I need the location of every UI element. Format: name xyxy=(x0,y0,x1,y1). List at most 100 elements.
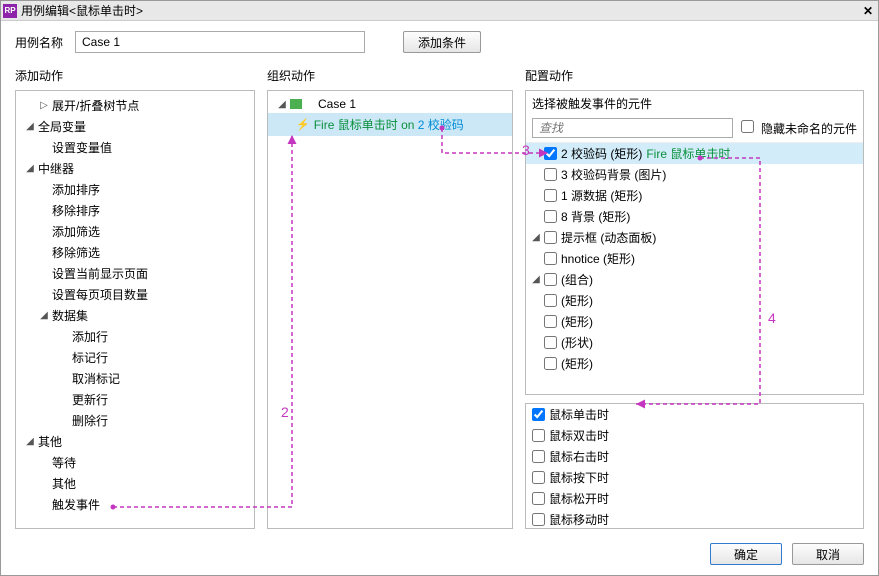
widget-row[interactable]: 8 背景 (矩形) xyxy=(526,206,863,227)
event-checkbox[interactable] xyxy=(532,471,545,484)
organize-tree: ◢ Case 1 ⚡ Fire 鼠标单击时 on 2 校验码 xyxy=(268,91,512,140)
close-button[interactable]: ✕ xyxy=(860,3,876,19)
event-checkbox[interactable] xyxy=(532,408,545,421)
widget-checkbox[interactable] xyxy=(544,168,557,181)
tree-item-label: 更新行 xyxy=(72,391,108,408)
tree-item-label: 中继器 xyxy=(38,160,74,177)
cancel-button[interactable]: 取消 xyxy=(792,543,864,565)
widget-row[interactable]: (矩形) xyxy=(526,353,863,374)
add-condition-button[interactable]: 添加条件 xyxy=(403,31,481,53)
widget-label: (形状) xyxy=(561,334,593,351)
add-action-item[interactable]: ▷展开/折叠树节点 xyxy=(16,95,254,116)
event-row[interactable]: 鼠标单击时 xyxy=(526,404,863,425)
add-action-item[interactable]: ◢中继器 xyxy=(16,158,254,179)
widget-checkbox[interactable] xyxy=(544,189,557,202)
ok-button[interactable]: 确定 xyxy=(710,543,782,565)
organize-action-panel: ◢ Case 1 ⚡ Fire 鼠标单击时 on 2 校验码 xyxy=(267,90,513,529)
tree-twisty-icon[interactable]: ◢ xyxy=(24,163,36,174)
widget-checkbox[interactable] xyxy=(544,336,557,349)
tree-twisty-icon[interactable]: ▷ xyxy=(38,100,50,111)
widget-label: 8 背景 (矩形) xyxy=(561,208,630,225)
case-icon xyxy=(290,99,302,109)
add-action-item[interactable]: 触发事件 xyxy=(16,494,254,515)
add-action-item[interactable]: 添加排序 xyxy=(16,179,254,200)
event-row[interactable]: 鼠标松开时 xyxy=(526,488,863,509)
tree-twisty-icon[interactable]: ◢ xyxy=(24,121,36,132)
add-action-item[interactable]: 等待 xyxy=(16,452,254,473)
widget-label: 3 校验码背景 (图片) xyxy=(561,166,666,183)
widget-checkbox[interactable] xyxy=(544,294,557,307)
event-label: 鼠标右击时 xyxy=(549,448,609,465)
fire-event-action[interactable]: ⚡ Fire 鼠标单击时 on 2 校验码 xyxy=(268,113,512,136)
add-action-item[interactable]: 设置当前显示页面 xyxy=(16,263,254,284)
widget-row[interactable]: ◢提示框 (动态面板) xyxy=(526,227,863,248)
widget-checkbox[interactable] xyxy=(544,210,557,223)
add-action-item[interactable]: ◢数据集 xyxy=(16,305,254,326)
configure-action-title: 配置动作 xyxy=(525,63,864,90)
fire-on: on xyxy=(401,118,414,132)
widget-checkbox[interactable] xyxy=(544,273,557,286)
add-action-item[interactable]: 更新行 xyxy=(16,389,254,410)
tree-item-label: 全局变量 xyxy=(38,118,86,135)
widget-label: 2 校验码 (矩形) xyxy=(561,145,642,162)
widget-row[interactable]: 2 校验码 (矩形)Fire 鼠标单击时 xyxy=(526,143,863,164)
event-row[interactable]: 鼠标右击时 xyxy=(526,446,863,467)
add-action-item[interactable]: 添加行 xyxy=(16,326,254,347)
fire-event-name: 鼠标单击时 xyxy=(338,116,398,133)
widget-search-input[interactable] xyxy=(532,118,733,138)
case-node[interactable]: ◢ Case 1 xyxy=(268,95,512,113)
widget-row[interactable]: (矩形) xyxy=(526,290,863,311)
tree-twisty-icon[interactable]: ◢ xyxy=(530,274,542,285)
hide-unnamed-text: 隐藏未命名的元件 xyxy=(761,122,857,136)
widget-checkbox[interactable] xyxy=(544,147,557,160)
event-checkbox[interactable] xyxy=(532,492,545,505)
add-action-item[interactable]: 取消标记 xyxy=(16,368,254,389)
event-checkbox[interactable] xyxy=(532,429,545,442)
tree-item-label: 添加排序 xyxy=(52,181,100,198)
widget-label: hnotice (矩形) xyxy=(561,250,635,267)
fire-word: Fire xyxy=(314,118,335,132)
add-action-item[interactable]: 添加筛选 xyxy=(16,221,254,242)
organize-action-column: 组织动作 ◢ Case 1 ⚡ Fire 鼠标单击时 xyxy=(267,63,513,529)
add-action-item[interactable]: 移除排序 xyxy=(16,200,254,221)
add-action-item[interactable]: 标记行 xyxy=(16,347,254,368)
event-checkbox[interactable] xyxy=(532,450,545,463)
tree-twisty-icon[interactable]: ◢ xyxy=(530,232,542,243)
tree-twisty-icon[interactable]: ◢ xyxy=(38,310,50,321)
tree-item-label: 设置当前显示页面 xyxy=(52,265,148,282)
add-action-title: 添加动作 xyxy=(15,63,255,90)
flow-icon xyxy=(306,99,316,109)
tree-item-label: 等待 xyxy=(52,454,76,471)
add-action-item[interactable]: 其他 xyxy=(16,473,254,494)
tree-item-label: 移除排序 xyxy=(52,202,100,219)
tree-item-label: 设置变量值 xyxy=(52,139,112,156)
add-action-item[interactable]: 设置每页项目数量 xyxy=(16,284,254,305)
dialog-footer: 确定 取消 xyxy=(1,535,878,575)
event-row[interactable]: 鼠标按下时 xyxy=(526,467,863,488)
tree-twisty-icon[interactable]: ◢ xyxy=(24,436,36,447)
hide-unnamed-checkbox[interactable] xyxy=(741,120,754,133)
event-row[interactable]: 鼠标移动时 xyxy=(526,509,863,529)
widget-checkbox[interactable] xyxy=(544,357,557,370)
widget-row[interactable]: 1 源数据 (矩形) xyxy=(526,185,863,206)
window-title: 用例编辑<鼠标单击时> xyxy=(21,2,860,19)
widget-row[interactable]: 3 校验码背景 (图片) xyxy=(526,164,863,185)
add-action-item[interactable]: 移除筛选 xyxy=(16,242,254,263)
widget-checkbox[interactable] xyxy=(544,252,557,265)
event-checkbox[interactable] xyxy=(532,513,545,526)
widget-checkbox[interactable] xyxy=(544,315,557,328)
case-name-input[interactable] xyxy=(75,31,365,53)
add-action-item[interactable]: ◢其他 xyxy=(16,431,254,452)
widget-checkbox[interactable] xyxy=(544,231,557,244)
add-action-item[interactable]: ◢全局变量 xyxy=(16,116,254,137)
tree-item-label: 删除行 xyxy=(72,412,108,429)
event-row[interactable]: 鼠标双击时 xyxy=(526,425,863,446)
widget-row[interactable]: hnotice (矩形) xyxy=(526,248,863,269)
hide-unnamed-label[interactable]: 隐藏未命名的元件 xyxy=(741,120,857,137)
widget-row[interactable]: ◢(组合) xyxy=(526,269,863,290)
add-action-item[interactable]: 设置变量值 xyxy=(16,137,254,158)
widget-label: (矩形) xyxy=(561,355,593,372)
add-action-item[interactable]: 删除行 xyxy=(16,410,254,431)
widget-row[interactable]: (矩形) xyxy=(526,311,863,332)
widget-row[interactable]: (形状) xyxy=(526,332,863,353)
